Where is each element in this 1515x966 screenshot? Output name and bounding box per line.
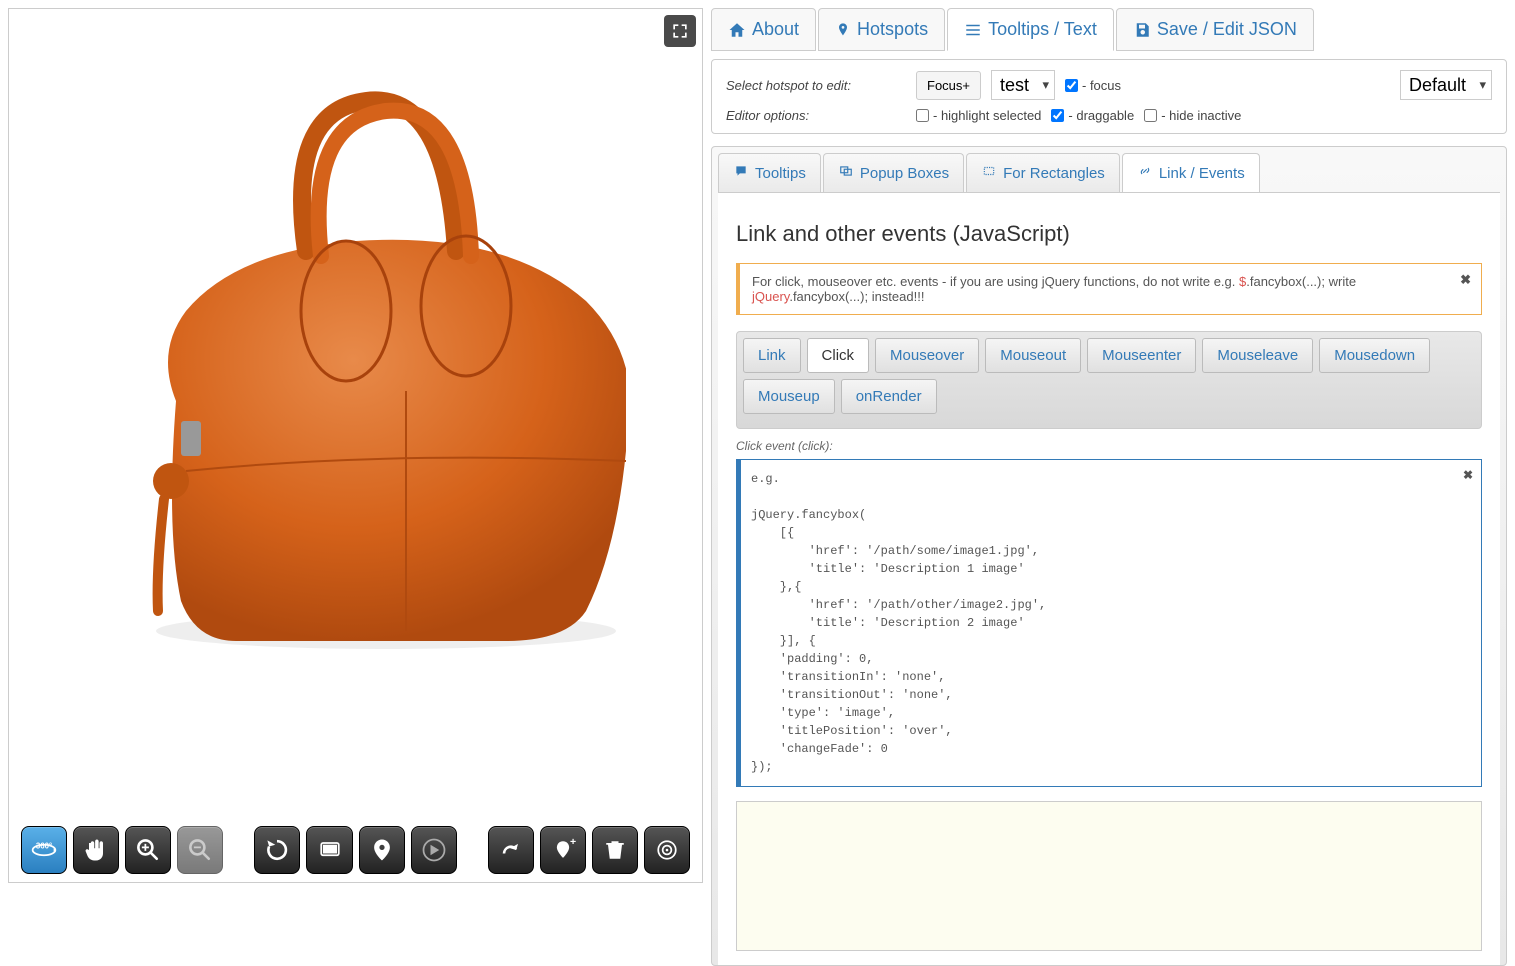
highlight-checkbox-label[interactable]: - highlight selected	[916, 108, 1041, 123]
tab-save-json[interactable]: Save / Edit JSON	[1116, 8, 1314, 51]
sub-tab-popup[interactable]: Popup Boxes	[823, 153, 964, 192]
section-title: Link and other events (JavaScript)	[736, 221, 1482, 247]
code-eg-label: e.g.	[751, 470, 1471, 488]
sub-tabs-container: Tooltips Popup Boxes For Rectangles Link…	[711, 146, 1507, 966]
editor-panel: About Hotspots Tooltips / Text Save / Ed…	[711, 8, 1507, 883]
content-area: Link and other events (JavaScript) ✖ For…	[718, 192, 1500, 965]
sub-tab-rectangles[interactable]: For Rectangles	[966, 153, 1120, 192]
zoom-out-button[interactable]	[177, 826, 223, 874]
zoom-in-button[interactable]	[125, 826, 171, 874]
preview-area[interactable]	[9, 9, 702, 692]
comment-icon	[733, 164, 749, 182]
target-button[interactable]	[644, 826, 690, 874]
tab-label: Hotspots	[857, 19, 928, 40]
preview-panel: 360° +	[8, 8, 703, 883]
close-icon[interactable]: ✖	[1463, 466, 1473, 484]
event-tab-mouseover[interactable]: Mouseover	[875, 338, 979, 373]
event-tab-link[interactable]: Link	[743, 338, 801, 373]
code-example-box: ✖ e.g. jQuery.fancybox( [{ 'href': '/pat…	[736, 459, 1482, 787]
sub-tab-label: Link / Events	[1159, 165, 1245, 182]
editor-options-box: Select hotspot to edit: Focus+ test - fo…	[711, 59, 1507, 134]
tab-hotspots[interactable]: Hotspots	[818, 8, 945, 51]
event-tab-click[interactable]: Click	[807, 338, 870, 373]
sub-tab-tooltips[interactable]: Tooltips	[718, 153, 821, 192]
reset-button[interactable]	[254, 826, 300, 874]
main-tabs: About Hotspots Tooltips / Text Save / Ed…	[711, 8, 1507, 51]
expand-button[interactable]	[664, 15, 696, 47]
hide-inactive-checkbox-label[interactable]: - hide inactive	[1144, 108, 1241, 123]
event-tab-onrender[interactable]: onRender	[841, 379, 937, 414]
event-tab-mouseleave[interactable]: Mouseleave	[1202, 338, 1313, 373]
draggable-checkbox[interactable]	[1051, 109, 1064, 122]
event-label: Click event (click):	[736, 439, 1482, 453]
sub-tab-label: Tooltips	[755, 165, 806, 182]
focus-checkbox[interactable]	[1065, 79, 1078, 92]
default-select[interactable]: Default	[1400, 70, 1492, 100]
draggable-checkbox-label[interactable]: - draggable	[1051, 108, 1134, 123]
tab-label: About	[752, 19, 799, 40]
home-icon	[728, 21, 746, 39]
tab-label: Save / Edit JSON	[1157, 19, 1297, 40]
pin-icon	[835, 21, 851, 39]
sub-tab-link-events[interactable]: Link / Events	[1122, 153, 1260, 192]
sub-tab-label: Popup Boxes	[860, 165, 949, 182]
code-body: jQuery.fancybox( [{ 'href': '/path/some/…	[751, 506, 1471, 776]
svg-text:360°: 360°	[36, 841, 52, 850]
svg-text:+: +	[570, 836, 576, 848]
tab-about[interactable]: About	[711, 8, 816, 51]
delete-button[interactable]	[592, 826, 638, 874]
focus-checkbox-label[interactable]: - focus	[1065, 78, 1121, 93]
event-tab-mousedown[interactable]: Mousedown	[1319, 338, 1430, 373]
event-tab-mouseenter[interactable]: Mouseenter	[1087, 338, 1196, 373]
focus-plus-button[interactable]: Focus+	[916, 71, 981, 100]
play-button[interactable]	[411, 826, 457, 874]
event-tab-mouseout[interactable]: Mouseout	[985, 338, 1081, 373]
code-textarea[interactable]	[736, 801, 1482, 951]
select-hotspot-label: Select hotspot to edit:	[726, 78, 906, 93]
event-tabs-container: Link Click Mouseover Mouseout Mouseenter…	[736, 331, 1482, 429]
rectangle-icon	[981, 164, 997, 182]
info-alert: ✖ For click, mouseover etc. events - if …	[736, 263, 1482, 315]
add-pin-button[interactable]: +	[540, 826, 586, 874]
event-tab-mouseup[interactable]: Mouseup	[743, 379, 835, 414]
highlight-checkbox[interactable]	[916, 109, 929, 122]
editor-options-label: Editor options:	[726, 108, 906, 123]
hide-inactive-checkbox[interactable]	[1144, 109, 1157, 122]
sub-tab-label: For Rectangles	[1003, 165, 1105, 182]
redo-button[interactable]	[488, 826, 534, 874]
fullscreen-button[interactable]	[306, 826, 352, 874]
pan-button[interactable]	[73, 826, 119, 874]
link-icon	[1137, 164, 1153, 182]
tab-tooltips-text[interactable]: Tooltips / Text	[947, 8, 1114, 51]
tab-label: Tooltips / Text	[988, 19, 1097, 40]
marker-button[interactable]	[359, 826, 405, 874]
product-image	[86, 51, 626, 651]
close-icon[interactable]: ✖	[1460, 272, 1471, 288]
toolbar: 360° +	[9, 818, 702, 882]
list-icon	[964, 21, 982, 39]
windows-icon	[838, 164, 854, 182]
save-icon	[1133, 21, 1151, 39]
test-select[interactable]: test	[991, 70, 1055, 100]
rotate-360-button[interactable]: 360°	[21, 826, 67, 874]
